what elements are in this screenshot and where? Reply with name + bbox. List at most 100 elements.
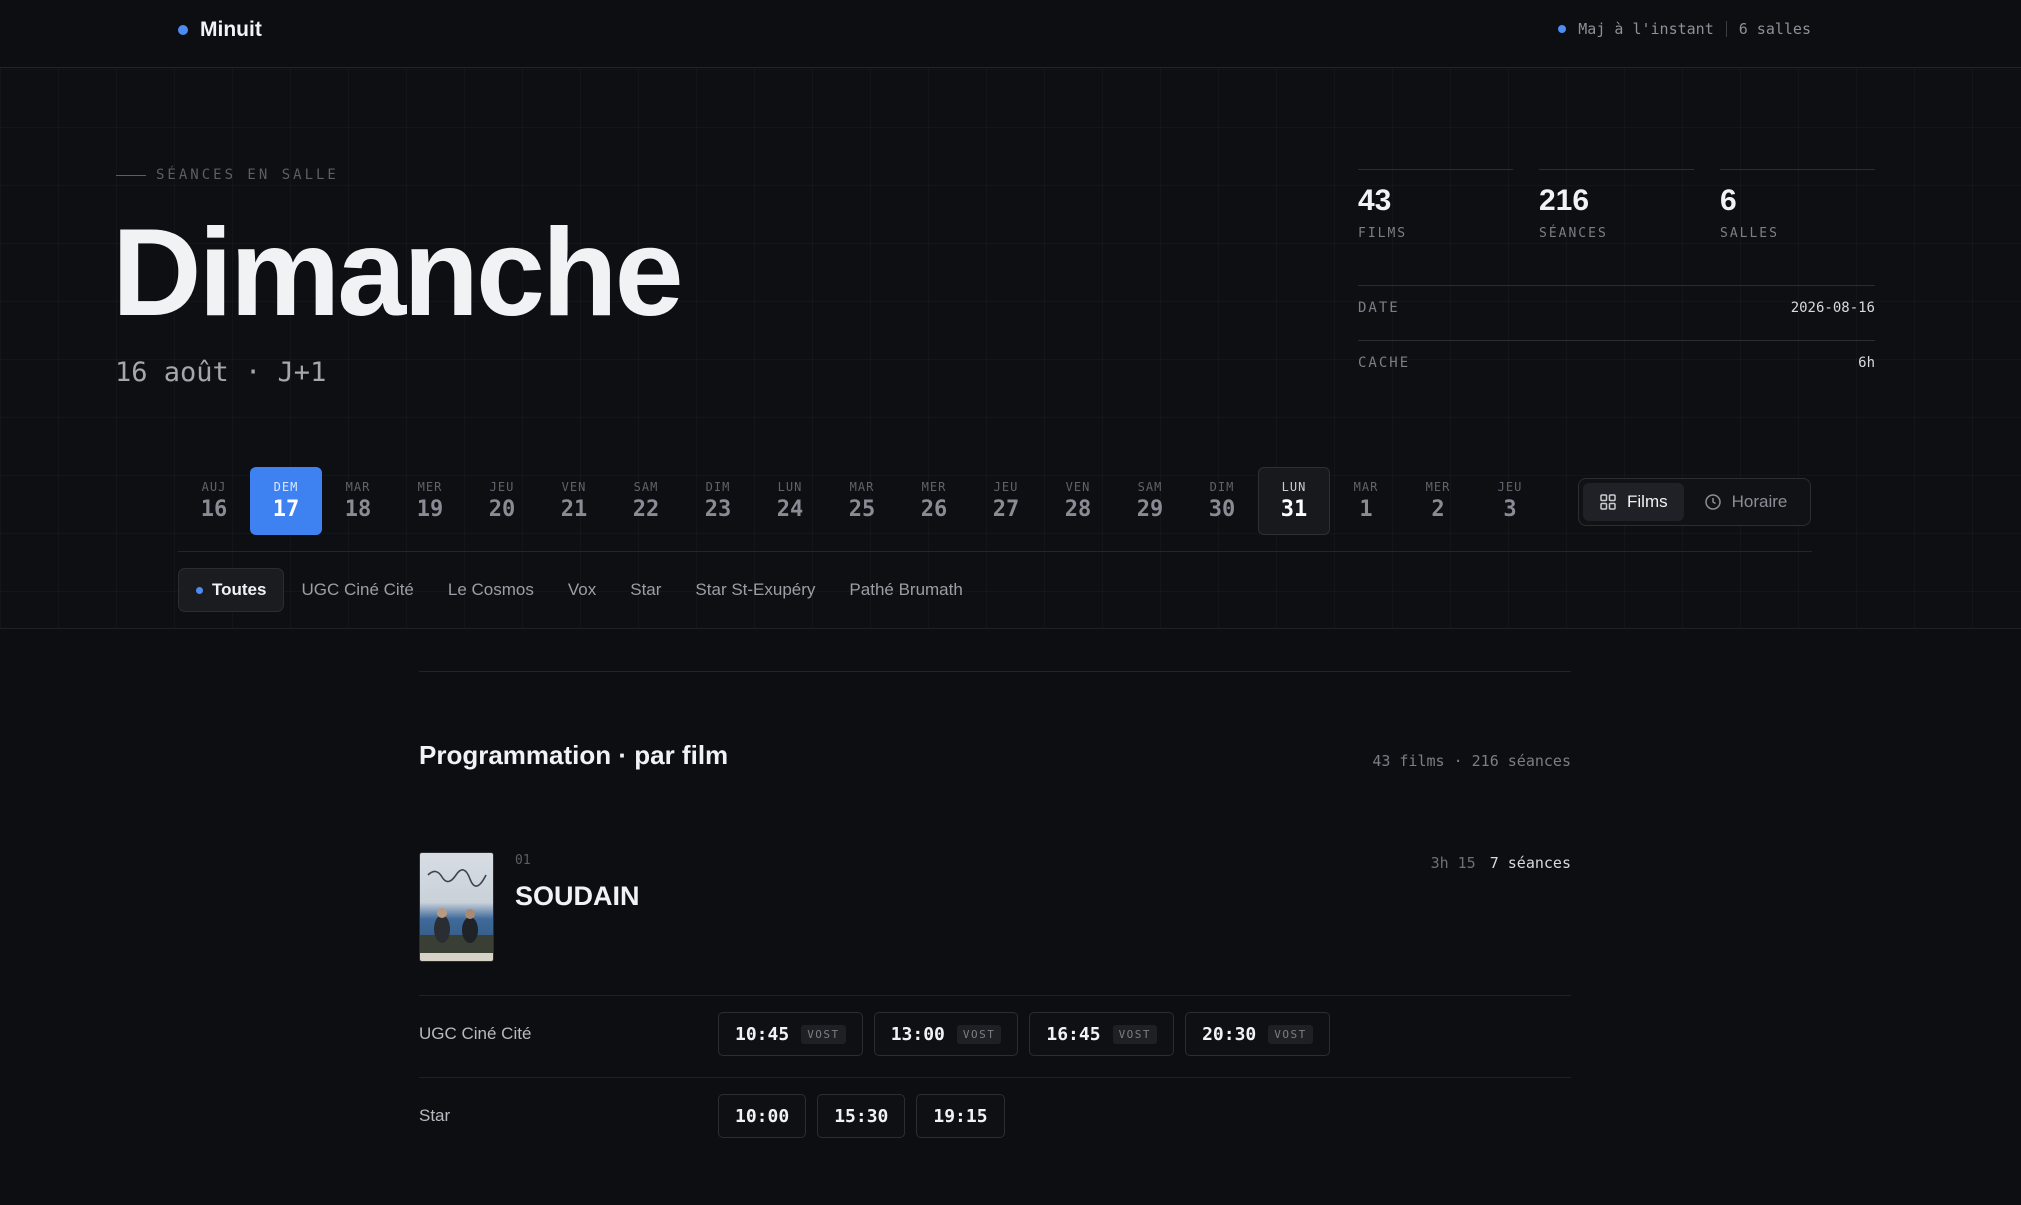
date-number: 17 <box>272 497 300 522</box>
date-28[interactable]: VEN 28 <box>1042 467 1114 535</box>
cinema-filter-item[interactable]: Pathé Brumath <box>832 568 979 612</box>
stat-value: 6 <box>1720 184 1737 217</box>
stat-value: 216 <box>1539 184 1590 217</box>
stat-row: 43 FILMS 216 SÉANCES 6 SALLES <box>1358 169 1875 241</box>
cinema-filter-item[interactable]: Le Cosmos <box>431 568 551 612</box>
date-31[interactable]: LUN 31 <box>1258 467 1330 535</box>
section-title: Programmation · par film <box>419 740 729 770</box>
hero: SÉANCES EN SALLE Dimanche 16 août · J+1 … <box>0 69 2021 629</box>
status-bar: Maj à l'instant 6 salles <box>1558 20 1811 38</box>
date-weekday: JEU <box>1497 480 1523 494</box>
date-25[interactable]: MAR 25 <box>826 467 898 535</box>
film-meta: 3h 15 7 séances <box>1431 854 1571 872</box>
stat-salles: 6 SALLES <box>1720 169 1875 241</box>
showtime-button[interactable]: 16:45 VOST <box>1029 1012 1175 1056</box>
showtime-list: 10:45 VOST 13:00 VOST 16:45 VOST 20:30 VOST <box>718 1012 1330 1056</box>
cinema-filter-label: Star <box>630 580 662 599</box>
cinema-filter-label: UGC Ciné Cité <box>301 580 414 599</box>
date-weekday: LUN <box>777 480 803 494</box>
divider <box>178 551 1812 552</box>
brand[interactable]: Minuit <box>178 18 262 42</box>
date-number: 26 <box>920 497 948 522</box>
date-number: 28 <box>1064 497 1092 522</box>
date-number: 25 <box>848 497 876 522</box>
version-badge: VOST <box>1268 1024 1313 1044</box>
film-poster[interactable] <box>419 852 494 962</box>
date-label: DATE <box>1358 300 1400 316</box>
date-number: 1 <box>1359 497 1373 522</box>
showtime-button[interactable]: 20:30 VOST <box>1185 1012 1330 1056</box>
date-22[interactable]: SAM 22 <box>610 467 682 535</box>
live-dot-icon <box>1558 25 1567 33</box>
date-2[interactable]: MER 2 <box>1402 467 1474 535</box>
date-weekday: VEN <box>1065 480 1091 494</box>
date-24[interactable]: LUN 24 <box>754 467 826 535</box>
brand-name: Minuit <box>200 18 262 41</box>
date-weekday: MAR <box>849 480 875 494</box>
date-weekday: AUJ <box>201 480 227 494</box>
date-number: 22 <box>632 497 660 522</box>
cinema-filter-label: Pathé Brumath <box>849 580 963 599</box>
date-27[interactable]: JEU 27 <box>970 467 1042 535</box>
date-20[interactable]: JEU 20 <box>466 467 538 535</box>
showtime-button[interactable]: 10:00 <box>718 1094 807 1138</box>
date-weekday: LUN <box>1281 480 1307 494</box>
cinema-filter-label: Toutes <box>212 580 267 599</box>
date-weekday: DIM <box>705 480 731 494</box>
stat-value: 43 <box>1358 184 1392 217</box>
date-16[interactable]: AUJ 16 <box>178 467 250 535</box>
cache-value: 6h <box>1858 355 1875 371</box>
version-badge: VOST <box>801 1024 846 1044</box>
cinema-filter-label: Star St-Exupéry <box>695 580 816 599</box>
view-films-button[interactable]: Films <box>1583 483 1684 521</box>
date-weekday: JEU <box>993 480 1019 494</box>
stat-label: SALLES <box>1720 226 1779 241</box>
date-number: 29 <box>1136 497 1164 522</box>
poster-image <box>420 853 493 961</box>
cinema-filter-item[interactable]: UGC Ciné Cité <box>284 568 430 612</box>
showtime-button[interactable]: 19:15 <box>916 1094 1005 1138</box>
date-weekday: MER <box>921 480 947 494</box>
date-weekday: DIM <box>1209 480 1235 494</box>
stat-seances: 216 SÉANCES <box>1539 169 1694 241</box>
cinema-filter-item[interactable]: Star <box>613 568 678 612</box>
cinema-filter-label: Le Cosmos <box>447 580 534 599</box>
date-19[interactable]: MER 19 <box>394 467 466 535</box>
showtime-time: 13:00 <box>890 1023 945 1045</box>
eyebrow-line <box>116 174 146 176</box>
cinema-filter-item[interactable]: Toutes <box>178 568 285 612</box>
active-dot-icon <box>196 586 203 594</box>
cinema-filter-item[interactable]: Vox <box>551 568 613 612</box>
date-number: 20 <box>488 497 516 522</box>
film-title[interactable]: SOUDAIN <box>515 881 640 912</box>
date-weekday: DEM <box>273 480 299 494</box>
view-films-label: Films <box>1627 492 1668 511</box>
date-3[interactable]: JEU 3 <box>1474 467 1546 535</box>
date-21[interactable]: VEN 21 <box>538 467 610 535</box>
date-23[interactable]: DIM 23 <box>682 467 754 535</box>
date-29[interactable]: SAM 29 <box>1114 467 1186 535</box>
showtime-button[interactable]: 10:45 VOST <box>718 1012 863 1056</box>
cache-label: CACHE <box>1358 355 1411 371</box>
date-1[interactable]: MAR 1 <box>1330 467 1402 535</box>
date-18[interactable]: MAR 18 <box>322 467 394 535</box>
date-number: 3 <box>1503 497 1517 522</box>
date-weekday: MER <box>1425 480 1451 494</box>
date-number: 2 <box>1431 497 1445 522</box>
cinema-filter-item[interactable]: Star St-Exupéry <box>678 568 832 612</box>
date-26[interactable]: MER 26 <box>898 467 970 535</box>
date-weekday: MAR <box>1353 480 1379 494</box>
date-weekday: SAM <box>1137 480 1163 494</box>
date-30[interactable]: DIM 30 <box>1186 467 1258 535</box>
page-subtitle: 16 août · J+1 <box>115 357 327 388</box>
divider <box>419 671 1571 672</box>
venue-name: Star <box>419 1106 451 1125</box>
film-index: 01 <box>515 853 531 868</box>
date-number: 16 <box>200 497 228 522</box>
showtime-button[interactable]: 13:00 VOST <box>873 1012 1019 1056</box>
view-schedule-button[interactable]: Horaire <box>1688 483 1804 521</box>
showtime-button[interactable]: 15:30 <box>817 1094 906 1138</box>
date-17[interactable]: DEM 17 <box>250 467 322 535</box>
top-bar: Minuit Maj à l'instant 6 salles <box>0 0 2021 68</box>
date-number: 24 <box>776 497 804 522</box>
